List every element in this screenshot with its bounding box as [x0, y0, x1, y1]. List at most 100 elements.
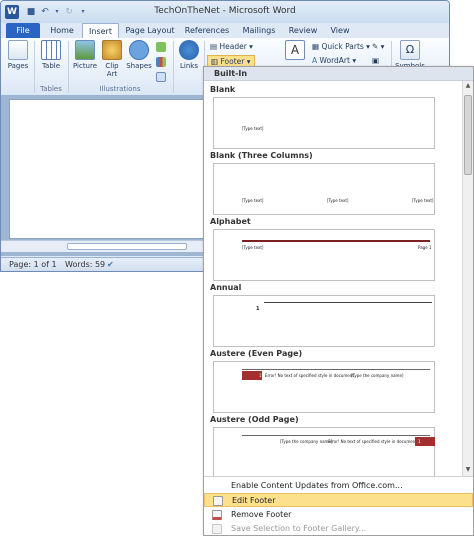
placeholder-text: [Type text]: [242, 245, 264, 250]
placeholder-text: [Type text]: [327, 198, 349, 203]
menu-item-edit-footer[interactable]: Edit Footer: [204, 493, 473, 507]
tab-insert[interactable]: Insert: [82, 23, 119, 38]
edit-footer-icon: [213, 496, 223, 506]
tab-page-layout[interactable]: Page Layout: [123, 23, 177, 38]
placeholder-text: [Type text]: [242, 198, 264, 203]
omega-icon: Ω: [400, 40, 420, 60]
remove-footer-label: Remove Footer: [231, 510, 292, 519]
footer-option-annual[interactable]: 1: [213, 295, 435, 347]
annual-rule: [264, 302, 432, 303]
shapes-button[interactable]: Shapes: [125, 40, 153, 70]
signature-icon: ✎ ▾: [372, 42, 385, 51]
text-box-icon: A: [285, 40, 305, 60]
footer-option-austere-odd[interactable]: [Type the company name] Error! No text o…: [213, 427, 435, 476]
alphabet-rule: [242, 240, 430, 242]
footer-option-alphabet[interactable]: [Type text] Page 1: [213, 229, 435, 281]
page-number-text: 1: [256, 306, 260, 312]
menu-item-save-selection[interactable]: Save Selection to Footer Gallery...: [204, 522, 473, 536]
edit-footer-label: Edit Footer: [232, 496, 276, 505]
gallery-item-title: Austere (Even Page): [210, 349, 303, 358]
tab-view[interactable]: View: [325, 23, 355, 38]
austere-rule: [242, 369, 430, 370]
smartart-icon: [156, 42, 166, 52]
ribbon-tabs: File Home Insert Page Layout References …: [1, 23, 449, 38]
globe-icon: [179, 40, 199, 60]
page-number-text: 1: [418, 439, 421, 444]
table-button[interactable]: Table: [37, 40, 65, 70]
footer-gallery-dropdown: Built-In Blank [Type text] Blank (Three …: [203, 66, 474, 536]
word-count[interactable]: Words: 59: [65, 260, 105, 269]
pages-button[interactable]: Pages: [5, 40, 31, 70]
page-number-text: Page 1: [418, 245, 432, 250]
gallery-item-title: Blank (Three Columns): [210, 151, 313, 160]
tab-references[interactable]: References: [181, 23, 233, 38]
picture-icon: [75, 40, 95, 60]
picture-button[interactable]: Picture: [71, 40, 99, 70]
footer-option-austere-even[interactable]: 1 Error! No text of specified style in d…: [213, 361, 435, 413]
tab-home[interactable]: Home: [45, 23, 79, 38]
scroll-down-icon[interactable]: ▼: [463, 465, 473, 475]
clip-art-label: Clip Art: [105, 62, 119, 78]
gallery-item-title: Blank: [210, 85, 236, 94]
menu-item-remove-footer[interactable]: Remove Footer: [204, 508, 473, 522]
tab-review[interactable]: Review: [285, 23, 321, 38]
group-label-illustrations: Illustrations: [99, 85, 141, 93]
pages-label: Pages: [7, 62, 29, 70]
austere-rule: [242, 435, 430, 436]
save-selection-label: Save Selection to Footer Gallery...: [231, 524, 367, 533]
gallery-item-title: Austere (Odd Page): [210, 415, 299, 424]
placeholder-text: [Type text]: [412, 198, 434, 203]
chart-button[interactable]: [155, 57, 167, 69]
screenshot-button[interactable]: [155, 72, 167, 84]
tab-file[interactable]: File: [6, 23, 40, 38]
footer-option-blank[interactable]: [Type text]: [213, 97, 435, 149]
screenshot-icon: [156, 72, 166, 82]
shapes-icon: [129, 40, 149, 60]
links-label: Links: [180, 62, 198, 70]
placeholder-text: [Type text]: [242, 126, 264, 131]
save-selection-icon: [212, 524, 222, 534]
picture-label: Picture: [72, 62, 98, 70]
clip-art-icon: [102, 40, 122, 60]
scroll-up-icon[interactable]: ▲: [463, 81, 473, 91]
shapes-label: Shapes: [126, 62, 152, 70]
scrollbar-thumb[interactable]: [464, 95, 472, 175]
gallery-item-title: Alphabet: [210, 217, 251, 226]
header-button[interactable]: ▤ Header ▾: [207, 41, 256, 53]
section-header: Built-In: [204, 67, 473, 81]
date-time-icon: ▣: [372, 56, 380, 65]
group-separator: [173, 41, 174, 93]
page-count[interactable]: Page: 1 of 1: [9, 260, 57, 269]
signature-line-button[interactable]: ✎ ▾: [369, 41, 387, 53]
smartart-button[interactable]: [155, 42, 167, 54]
menu-divider: [204, 476, 473, 477]
scrollbar-thumb[interactable]: [67, 243, 187, 250]
horizontal-scrollbar[interactable]: [1, 240, 211, 252]
footer-option-blank-three-columns[interactable]: [Type text] [Type text] [Type text]: [213, 163, 435, 215]
quick-parts-label: Quick Parts: [321, 42, 364, 51]
gallery-scrollbar[interactable]: ▲ ▼: [462, 81, 473, 476]
wordart-icon: A: [312, 56, 320, 65]
window-title: TechOnTheNet - Microsoft Word: [154, 6, 296, 16]
group-label-tables: Tables: [40, 85, 62, 93]
table-label: Table: [41, 62, 61, 70]
header-label: Header: [219, 42, 247, 51]
pages-icon: [8, 40, 28, 60]
table-icon: [41, 40, 61, 60]
tab-mailings[interactable]: Mailings: [237, 23, 281, 38]
footer-gallery: Blank [Type text] Blank (Three Columns) …: [204, 81, 462, 476]
wordart-label: WordArt: [319, 56, 350, 65]
proofing-icon[interactable]: ✔: [107, 260, 114, 269]
company-name-text: [Type the company name]: [351, 373, 404, 378]
links-button[interactable]: Links: [177, 40, 201, 70]
error-text: Error! No text of specified style in doc…: [265, 373, 356, 378]
group-separator: [68, 41, 69, 93]
title-bar: W ■ ↶ ▾ ↻ ▾ TechOnTheNet - Microsoft Wor…: [1, 1, 449, 23]
clip-art-button[interactable]: Clip Art: [101, 40, 123, 78]
page-number-text: 1: [259, 373, 262, 378]
menu-item-enable-updates[interactable]: Enable Content Updates from Office.com..…: [204, 479, 473, 493]
gallery-item-title: Annual: [210, 283, 242, 292]
document-page[interactable]: [9, 99, 209, 239]
quick-parts-button[interactable]: ▦ Quick Parts ▾: [309, 41, 373, 53]
text-box-button[interactable]: A: [285, 40, 305, 62]
